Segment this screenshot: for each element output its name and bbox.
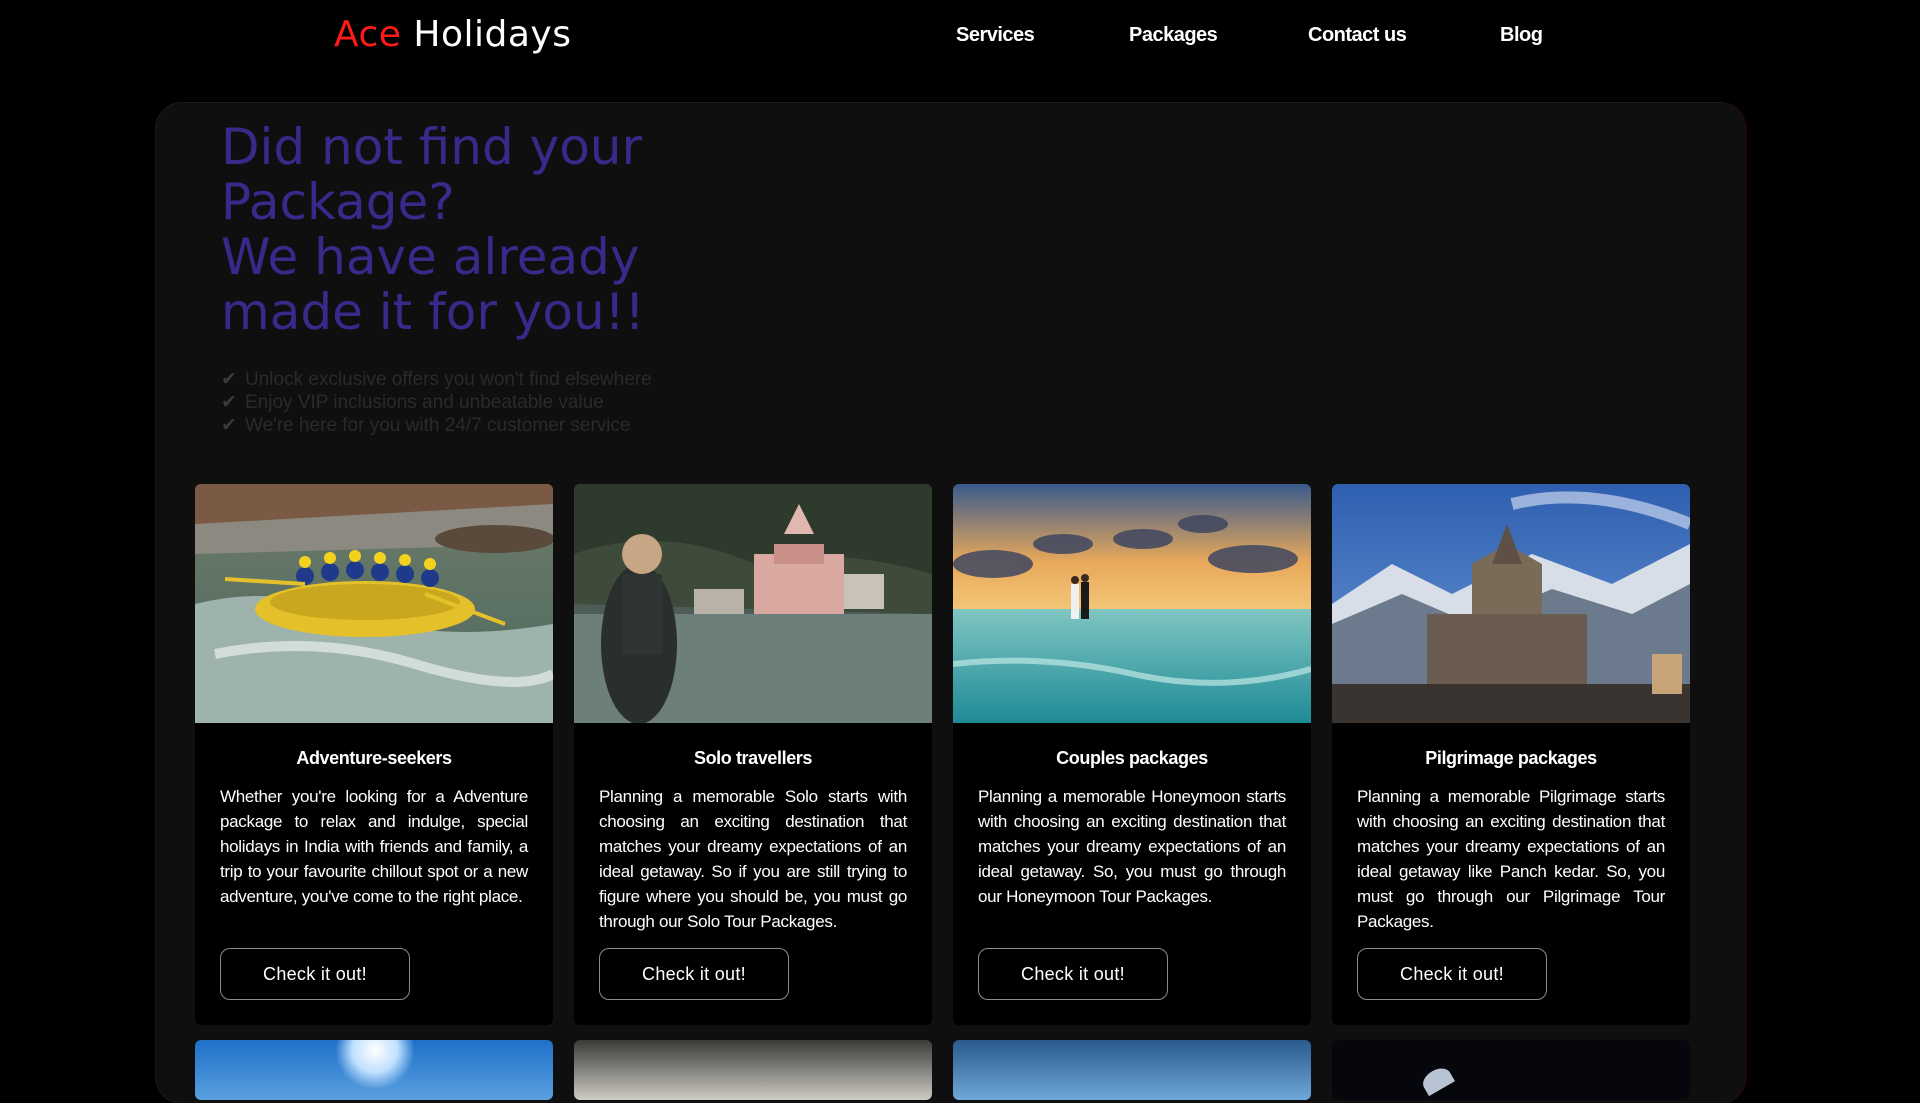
hero-title-line: made it for you!! bbox=[221, 283, 645, 341]
sun-glow bbox=[335, 1040, 415, 1090]
card-image-temple bbox=[1332, 484, 1690, 723]
card-title: Couples packages bbox=[1056, 748, 1208, 768]
package-card-next-1 bbox=[195, 1040, 553, 1100]
card-image-beach bbox=[953, 484, 1311, 723]
plane-shape bbox=[1419, 1063, 1455, 1097]
card-title: Adventure-seekers bbox=[296, 748, 452, 768]
top-navbar: Ace Holidays Services Packages Contact u… bbox=[0, 0, 1920, 80]
package-card-solo: Solo travellers Planning a memorable Sol… bbox=[574, 484, 932, 1025]
card-description: Planning a memorable Pilgrimage starts w… bbox=[1357, 787, 1665, 931]
logo-holidays: Holidays bbox=[413, 14, 572, 55]
benefits-list: ✔ Unlock exclusive offers you won't find… bbox=[221, 368, 652, 437]
nav-link-contact[interactable]: Contact us bbox=[1308, 24, 1407, 47]
nav-link-services[interactable]: Services bbox=[956, 24, 1035, 47]
package-card-adventure: Adventure-seekers Whether you're looking… bbox=[195, 484, 553, 1025]
check-icon: ✔ bbox=[221, 392, 237, 413]
card-title: Pilgrimage packages bbox=[1425, 748, 1597, 768]
check-icon: ✔ bbox=[221, 415, 237, 436]
card-image-rafting bbox=[195, 484, 553, 723]
check-it-out-button[interactable]: Check it out! bbox=[978, 948, 1168, 1000]
card-description: Planning a memorable Solo starts with ch… bbox=[599, 787, 907, 931]
package-card-couples: Couples packages Planning a memorable Ho… bbox=[953, 484, 1311, 1025]
benefit-text: Unlock exclusive offers you won't find e… bbox=[245, 369, 652, 390]
hero-title-line: Package? bbox=[221, 173, 455, 231]
check-icon: ✔ bbox=[221, 369, 237, 390]
benefit-item: ✔ Unlock exclusive offers you won't find… bbox=[221, 368, 652, 391]
benefit-item: ✔ We're here for you with 24/7 customer … bbox=[221, 414, 652, 437]
package-card-next-3 bbox=[953, 1040, 1311, 1100]
nav-link-blog[interactable]: Blog bbox=[1500, 24, 1543, 47]
benefit-text: Enjoy VIP inclusions and unbeatable valu… bbox=[245, 392, 604, 413]
card-image-solo bbox=[574, 484, 932, 723]
site-logo[interactable]: Ace Holidays bbox=[334, 14, 571, 55]
benefit-text: We're here for you with 24/7 customer se… bbox=[245, 415, 631, 436]
nav-link-packages[interactable]: Packages bbox=[1129, 24, 1218, 47]
card-description: Whether you're looking for a Adventure p… bbox=[220, 787, 528, 906]
check-it-out-button[interactable]: Check it out! bbox=[1357, 948, 1547, 1000]
logo-ace: Ace bbox=[334, 14, 402, 55]
package-card-pilgrimage: Pilgrimage packages Planning a memorable… bbox=[1332, 484, 1690, 1025]
card-title: Solo travellers bbox=[693, 748, 813, 768]
hero-title-line: We have already bbox=[221, 228, 640, 286]
benefit-item: ✔ Enjoy VIP inclusions and unbeatable va… bbox=[221, 391, 652, 414]
card-description: Planning a memorable Honeymoon starts wi… bbox=[978, 787, 1286, 906]
hero-title-line: Did not find your bbox=[221, 118, 643, 176]
check-it-out-button[interactable]: Check it out! bbox=[599, 948, 789, 1000]
package-card-next-4 bbox=[1332, 1040, 1690, 1100]
check-it-out-button[interactable]: Check it out! bbox=[220, 948, 410, 1000]
hero-title: Did not find your Package? We have alrea… bbox=[221, 120, 741, 340]
package-card-next-2 bbox=[574, 1040, 932, 1100]
